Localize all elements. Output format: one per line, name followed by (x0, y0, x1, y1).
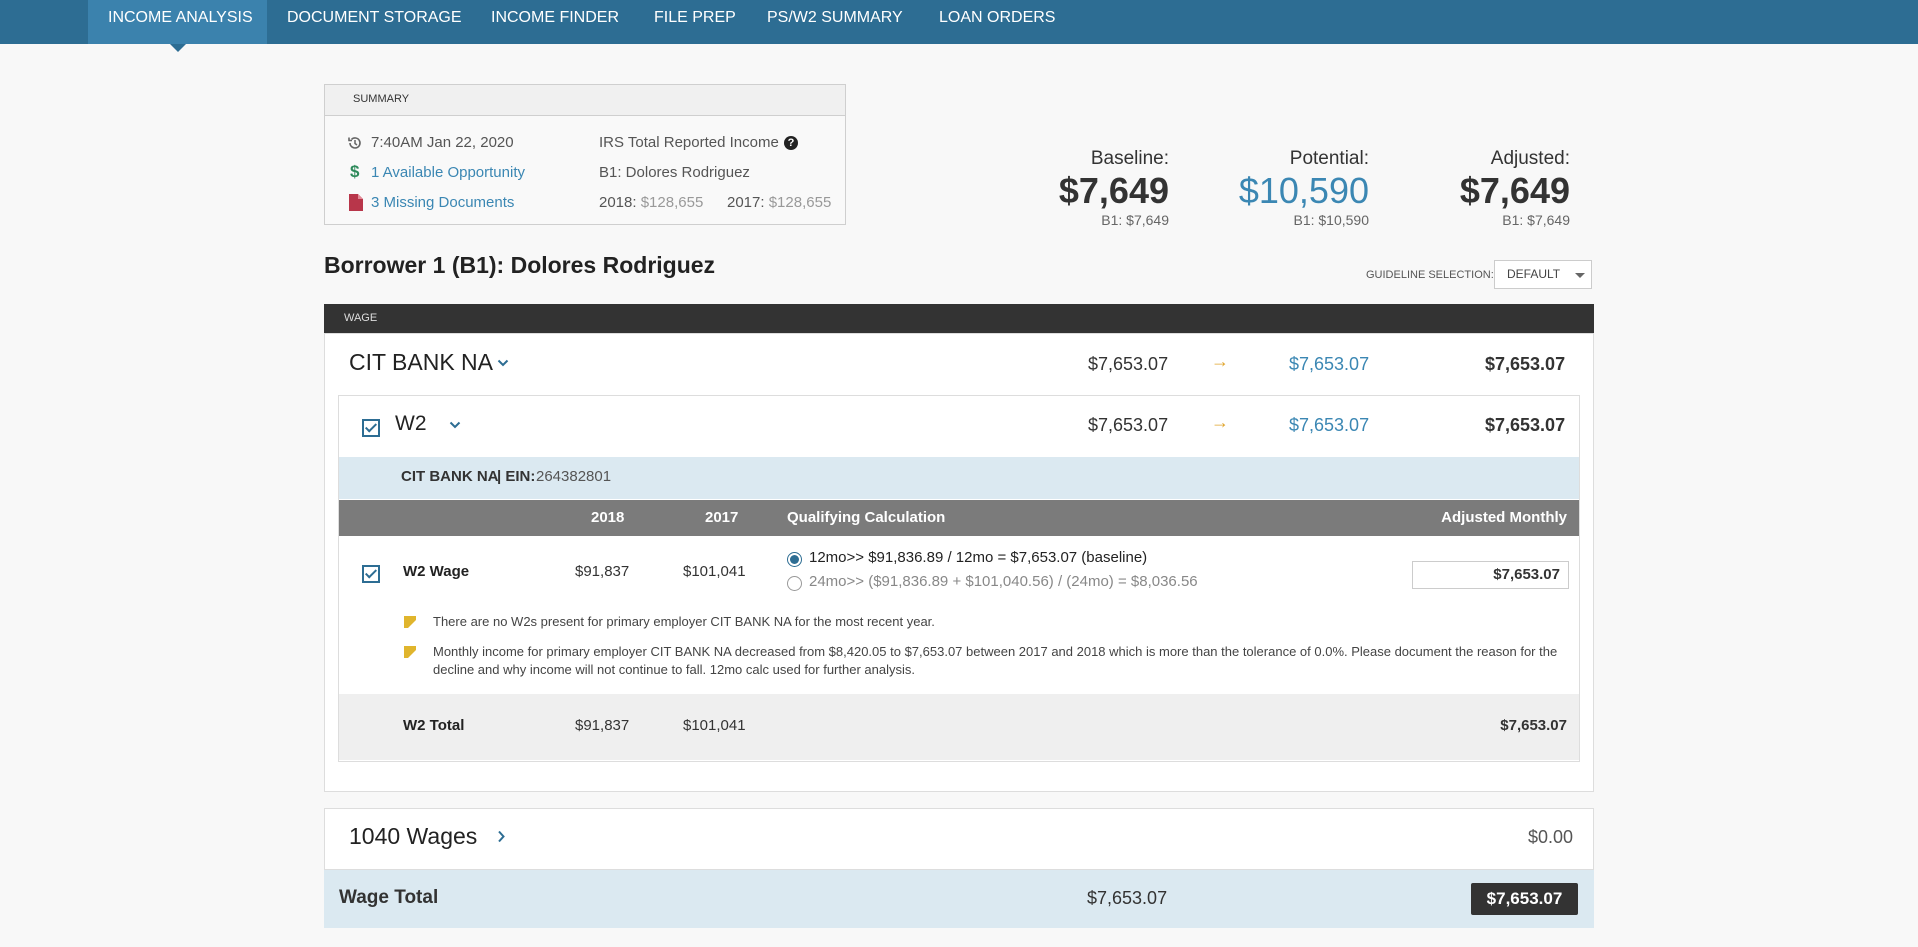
arrow-right-icon: → (1211, 351, 1229, 371)
irs-year-2018: 2018: $128,655 (599, 194, 703, 211)
tab-document-storage[interactable]: DOCUMENT STORAGE (287, 0, 462, 44)
employer-name[interactable]: CIT BANK NA (349, 349, 493, 376)
active-tab-caret (170, 44, 186, 52)
w2-total-2018: $91,837 (575, 717, 630, 734)
irs-year-2017-value: $128,655 (768, 194, 832, 211)
tab-income-finder[interactable]: INCOME FINDER (491, 0, 619, 44)
top-nav: INCOME ANALYSIS DOCUMENT STORAGE INCOME … (0, 0, 1918, 52)
guideline-select-value: DEFAULT (1507, 267, 1561, 281)
note-income-decline: Monthly income for primary employer CIT … (433, 644, 1558, 677)
ein-label: | EIN: (497, 468, 536, 485)
help-icon[interactable]: ? (784, 136, 798, 150)
w2-potential: $7,653.07 (1289, 415, 1370, 435)
w2-wage-checkbox[interactable] (362, 565, 380, 583)
w2-total-2017: $101,041 (683, 717, 746, 734)
header-2018: 2018 (591, 509, 625, 526)
w2-wage-2017: $101,041 (683, 563, 746, 580)
potential-label: Potential: (1289, 148, 1369, 169)
arrow-right-icon: → (1211, 412, 1229, 432)
chevron-right-icon[interactable] (497, 830, 506, 843)
irs-year-2017: 2017: $128,655 (727, 194, 831, 211)
calc-24mo-option[interactable]: 24mo>> ($91,836.89 + $101,040.56) / (24m… (809, 573, 1198, 590)
calc-12mo-radio[interactable] (787, 552, 802, 567)
tab-income-analysis[interactable]: INCOME ANALYSIS (88, 0, 267, 44)
employer-potential: $7,653.07 (1289, 354, 1370, 374)
w2-total-adjusted: $7,653.07 (1500, 717, 1567, 734)
wage-total-row: Wage Total $7,653.07 (324, 870, 1594, 928)
history-icon (348, 137, 361, 149)
employer-adjusted: $7,653.07 (1485, 354, 1566, 374)
calc-12mo-option[interactable]: 12mo>> $91,836.89 / 12mo = $7,653.07 (ba… (809, 549, 1147, 566)
w2-table-header: 2018 2017 Qualifying Calculation Adjuste… (339, 500, 1579, 536)
baseline-total: Baseline: $7,649 B1: $7,649 (1059, 148, 1169, 228)
summary-borrower: B1: Dolores Rodriguez (599, 164, 750, 181)
w2-wage-label: W2 Wage (403, 563, 470, 580)
guideline-select[interactable]: DEFAULT (1494, 260, 1592, 289)
available-opportunity-link[interactable]: 1 Available Opportunity (371, 164, 525, 181)
calc-24mo-radio[interactable] (787, 576, 802, 591)
w2-adjusted: $7,653.07 (1485, 415, 1566, 435)
w2-title[interactable]: W2 (395, 412, 427, 436)
w2-checkbox[interactable] (362, 419, 380, 437)
potential-sub: B1: $10,590 (1293, 212, 1369, 228)
missing-document-icon (349, 194, 363, 211)
summary-title: SUMMARY (325, 85, 845, 116)
wages-1040-value: $0.00 (1527, 827, 1573, 847)
missing-documents-link[interactable]: 3 Missing Documents (371, 194, 514, 211)
tab-ps-w2-summary[interactable]: PS/W2 SUMMARY (767, 0, 903, 44)
chevron-down-icon[interactable] (449, 421, 461, 430)
chevron-down-icon (1575, 273, 1585, 278)
wage-total-label: Wage Total (339, 887, 439, 908)
wage-total-adjusted-badge: $7,653.07 (1471, 883, 1578, 915)
summary-timestamp: 7:40AM Jan 22, 2020 (371, 134, 514, 151)
note-icon (404, 646, 416, 658)
wages-1040-panel: 1040 Wages $0.00 (324, 808, 1594, 870)
summary-panel: SUMMARY 7:40AM Jan 22, 2020 $ 1 Availabl… (324, 84, 846, 225)
header-qualifying-calculation: Qualifying Calculation (787, 509, 946, 526)
adjusted-value: $7,649 (1459, 170, 1570, 211)
header-adjusted-monthly: Adjusted Monthly (1441, 509, 1567, 526)
irs-year-2018-label: 2018: (599, 194, 637, 211)
w2-wage-2018: $91,837 (575, 563, 630, 580)
guideline-selection-label: GUIDELINE SELECTION: (1366, 269, 1494, 281)
potential-total: Potential: $10,590 B1: $10,590 (1239, 148, 1369, 228)
baseline-label: Baseline: (1090, 148, 1169, 169)
w2-total-row: W2 Total $91,837 $101,041 $7,653.07 (339, 694, 1579, 760)
employer-baseline: $7,653.07 (1088, 354, 1169, 374)
irs-reported-income-label: IRS Total Reported Income (599, 134, 779, 151)
adjusted-total: Adjusted: $7,649 B1: $7,649 (1460, 148, 1570, 228)
w2-total-label: W2 Total (403, 717, 465, 734)
borrower-title: Borrower 1 (B1): Dolores Rodriguez (324, 252, 716, 278)
ein-employer-name: CIT BANK NA (401, 468, 499, 485)
baseline-sub: B1: $7,649 (1101, 212, 1169, 228)
adjusted-monthly-input[interactable]: $7,653.07 (1412, 561, 1569, 589)
note-icon (404, 616, 416, 628)
irs-year-2018-value: $128,655 (640, 194, 704, 211)
tab-loan-orders[interactable]: LOAN ORDERS (939, 0, 1055, 44)
w2-baseline: $7,653.07 (1088, 415, 1169, 435)
potential-value: $10,590 (1238, 170, 1369, 211)
chevron-down-icon[interactable] (497, 359, 509, 368)
wage-total-baseline: $7,653.07 (1087, 888, 1168, 908)
irs-year-2017-label: 2017: (727, 194, 765, 211)
note-no-w2: There are no W2s present for primary emp… (433, 614, 935, 629)
ein-value: 264382801 (536, 468, 612, 485)
adjusted-sub: B1: $7,649 (1502, 212, 1570, 228)
header-2017: 2017 (705, 509, 739, 526)
wages-1040-title[interactable]: 1040 Wages (349, 823, 477, 850)
wage-section-header: WAGE (324, 304, 1594, 333)
ein-bar: CIT BANK NA | EIN: 264382801 (339, 457, 1579, 499)
tab-file-prep[interactable]: FILE PREP (654, 0, 736, 44)
baseline-value: $7,649 (1058, 170, 1169, 211)
adjusted-label: Adjusted: (1490, 148, 1570, 169)
dollar-icon: $ (350, 162, 360, 181)
